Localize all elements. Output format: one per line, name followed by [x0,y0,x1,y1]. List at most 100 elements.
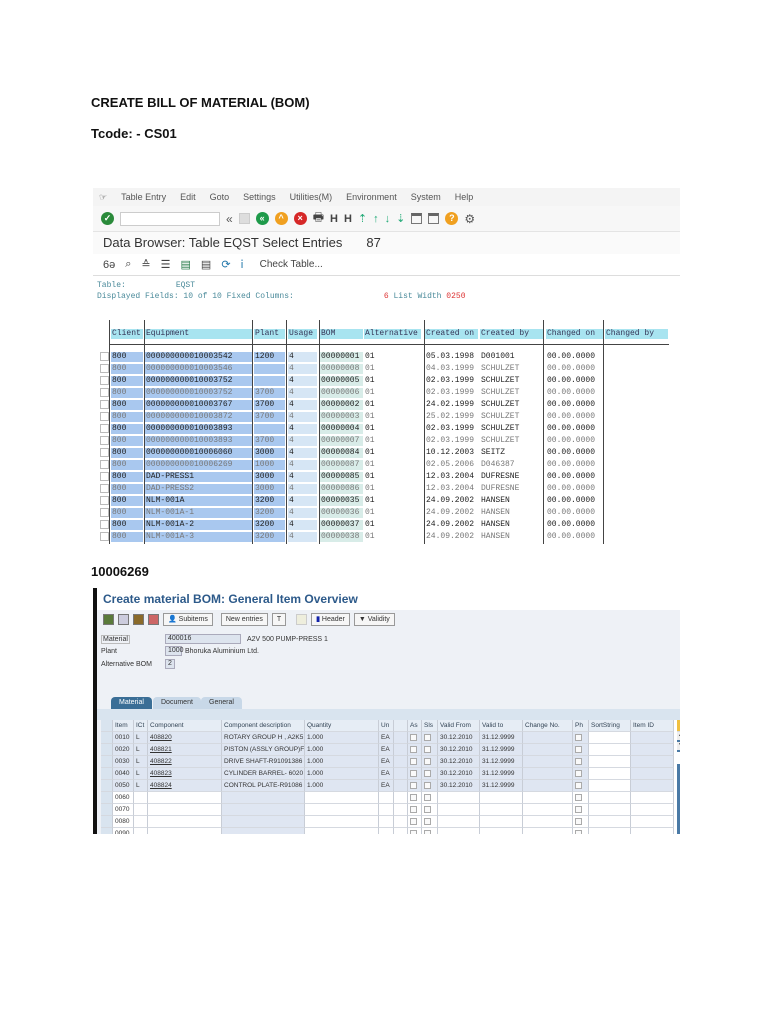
column-header[interactable]: Item [113,720,134,732]
scroll-down-icon[interactable]: ▼ [677,742,680,750]
row-checkbox[interactable] [100,520,109,529]
column-header[interactable]: Usage [288,329,317,339]
row-checkbox[interactable] [573,816,589,828]
cancel-icon[interactable]: × [293,212,307,225]
plant-field[interactable]: 1000 [165,646,184,656]
row-checkbox[interactable] [573,732,589,744]
check-table-button[interactable]: Check Table... [260,259,323,270]
material-field[interactable]: 400016 [165,634,241,644]
tab-document[interactable]: Document [153,697,201,709]
row-checkbox[interactable] [100,364,109,373]
column-settings-icon[interactable] [677,720,680,732]
subitems-button[interactable]: 👤 Subitems [163,612,213,626]
column-header[interactable]: Alternative [364,329,421,339]
row-checkbox[interactable] [100,508,109,517]
copy-icon[interactable] [296,613,308,625]
item-icon[interactable] [133,613,144,625]
menu-item[interactable]: Environment [346,192,397,202]
row-checkbox[interactable] [422,768,438,780]
menu-item[interactable]: Table Entry [121,192,166,202]
component-link[interactable]: 408823 [148,768,222,780]
row-checkbox[interactable] [408,744,422,756]
new-session-icon[interactable] [411,213,423,224]
menu-icon[interactable]: ☞ [99,192,107,203]
scroll-thumb[interactable] [677,752,680,764]
row-checkbox[interactable] [573,744,589,756]
row-selector[interactable] [101,744,113,756]
help-icon[interactable]: ? [445,212,459,225]
sort-ascending-icon[interactable]: ≙ [141,258,150,271]
row-checkbox[interactable] [408,816,422,828]
info-icon[interactable]: ⅰ [241,258,244,271]
scroll-up-icon[interactable]: ▲ [677,732,680,740]
next-page-icon[interactable]: ↓ [385,213,391,225]
column-header[interactable]: Valid From [438,720,480,732]
row-checkbox[interactable] [573,828,589,834]
component-icon[interactable] [148,613,159,625]
refresh-icon[interactable]: ⟳ [221,258,230,271]
row-checkbox[interactable] [100,436,109,445]
check-icon[interactable]: ⌕ [125,258,131,271]
enter-icon[interactable]: ✓ [101,212,114,225]
row-checkbox[interactable] [422,792,438,804]
exit-icon[interactable]: ^ [274,212,288,225]
row-checkbox[interactable] [100,412,109,421]
row-checkbox[interactable] [100,484,109,493]
component-link[interactable]: 408821 [148,744,222,756]
column-header[interactable]: Component description [222,720,305,732]
menu-item[interactable]: Settings [243,192,276,202]
shortcut-icon[interactable] [428,213,440,224]
new-entries-button[interactable]: New entries [220,612,268,626]
column-header[interactable]: Created on [425,329,478,339]
component-link[interactable]: 408824 [148,780,222,792]
row-checkbox[interactable] [422,732,438,744]
row-checkbox[interactable] [422,804,438,816]
column-header[interactable]: BOM [320,329,363,339]
row-checkbox[interactable] [573,780,589,792]
row-selector[interactable] [101,804,113,816]
menu-item[interactable]: Utilities(M) [290,192,333,202]
prev-icon[interactable] [103,613,114,625]
deselect-icon[interactable]: ▤ [201,258,211,271]
save-icon[interactable] [238,213,250,224]
row-checkbox[interactable] [408,804,422,816]
filter-icon[interactable]: ☰ [161,258,171,271]
column-header[interactable]: Un [379,720,394,732]
column-header[interactable]: Equipment [145,329,252,339]
row-checkbox[interactable] [100,448,109,457]
row-selector[interactable] [101,732,113,744]
row-selector[interactable] [101,816,113,828]
tab-material[interactable]: Material [111,697,152,709]
row-checkbox[interactable] [408,768,422,780]
row-checkbox[interactable] [422,828,438,834]
row-checkbox[interactable] [100,424,109,433]
row-checkbox[interactable] [573,804,589,816]
menu-item[interactable]: System [411,192,441,202]
print-icon[interactable]: 🖶 [313,208,324,229]
row-checkbox[interactable] [100,388,109,397]
column-header[interactable]: Changed on [546,329,603,339]
row-checkbox[interactable] [100,400,109,409]
menu-item[interactable]: Edit [180,192,196,202]
column-header[interactable]: SortString [589,720,631,732]
row-checkbox[interactable] [408,828,422,834]
column-header[interactable]: Created by [480,329,544,339]
row-checkbox[interactable] [408,792,422,804]
row-checkbox[interactable] [100,496,109,505]
row-checkbox[interactable] [422,780,438,792]
row-checkbox[interactable] [573,756,589,768]
column-header[interactable]: Plant [254,329,285,339]
column-header[interactable]: Quantity [305,720,379,732]
validity-button[interactable]: ▼ Validity [353,612,395,626]
select-icon[interactable]: ▤ [181,258,191,271]
column-header[interactable]: Valid to [480,720,523,732]
column-header[interactable]: Item ID [631,720,674,732]
column-header[interactable]: Changed by [605,329,668,339]
vertical-scrollbar[interactable]: ▲▼ [677,732,680,834]
menu-item[interactable]: Goto [210,192,230,202]
glasses-icon[interactable]: 6ə [103,259,115,271]
previous-page-icon[interactable]: ↑ [373,213,379,225]
gear-icon[interactable]: ⚙ [464,212,475,226]
row-selector[interactable] [101,792,113,804]
select-all-column[interactable] [101,720,113,732]
